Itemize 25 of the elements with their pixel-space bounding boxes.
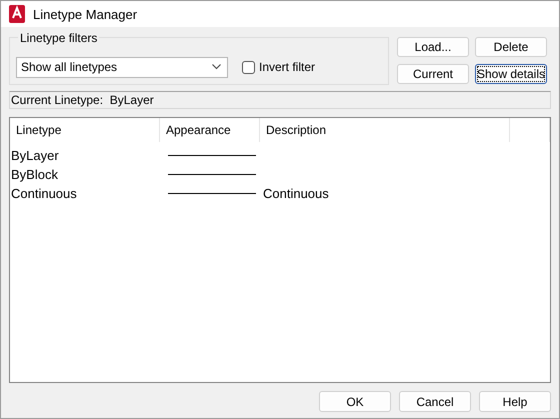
window-title: Linetype Manager: [33, 6, 138, 22]
linetype-cell-text: ByBlock: [10, 167, 59, 182]
column-header[interactable]: Linetype: [10, 118, 160, 142]
description-cell-text: Continuous: [262, 186, 330, 201]
checkbox-label: Invert filter: [259, 60, 316, 74]
group-label: Linetype filters: [18, 31, 100, 45]
dialog-button[interactable]: Delete: [475, 37, 547, 57]
linetype-row[interactable]: Continuous Continuous: [10, 184, 550, 203]
dialog-button[interactable]: Current: [397, 64, 469, 84]
linetype-row[interactable]: ByLayer: [10, 146, 550, 165]
column-header[interactable]: Description: [260, 118, 510, 142]
dialog-button[interactable]: Cancel: [399, 391, 471, 412]
app-icon: [9, 5, 25, 23]
chevron-icon: [212, 64, 221, 70]
filter-dropdown[interactable]: Show all linetypes: [16, 56, 228, 78]
column-header[interactable]: Appearance: [160, 118, 260, 142]
linetype-cell-text: ByLayer: [10, 148, 60, 163]
dialog-button[interactable]: OK: [319, 391, 391, 412]
invert-checkbox[interactable]: [242, 60, 255, 74]
linetype-row[interactable]: ByBlock: [10, 165, 550, 184]
dialog-button[interactable]: Help: [479, 391, 551, 412]
current-linetype-text: Current Linetype: ByLayer: [11, 93, 154, 107]
dialog-button[interactable]: Show details: [475, 64, 547, 84]
dialog-button[interactable]: Load...: [397, 37, 469, 57]
linetype-cell-text: Continuous: [10, 186, 78, 201]
